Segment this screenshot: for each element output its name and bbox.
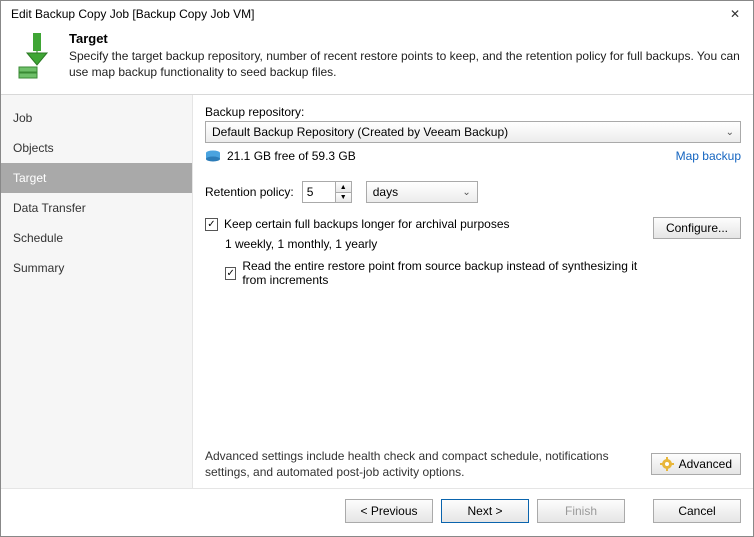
- advanced-label: Advanced: [679, 457, 732, 471]
- retention-unit-dropdown[interactable]: days ⌄: [366, 181, 478, 203]
- sidebar-item-data-transfer[interactable]: Data Transfer: [1, 193, 192, 223]
- keep-full-label: Keep certain full backups longer for arc…: [224, 217, 510, 231]
- cancel-button[interactable]: Cancel: [653, 499, 741, 523]
- sidebar-item-schedule[interactable]: Schedule: [1, 223, 192, 253]
- spinner-down-icon[interactable]: ▼: [336, 193, 351, 203]
- main-panel: Backup repository: Default Backup Reposi…: [193, 95, 753, 488]
- sidebar-item-summary[interactable]: Summary: [1, 253, 192, 283]
- sidebar-item-job[interactable]: Job: [1, 103, 192, 133]
- disk-icon: [205, 150, 221, 162]
- chevron-down-icon: ⌄: [462, 187, 470, 198]
- footer: < Previous Next > Finish Cancel: [1, 488, 753, 533]
- close-icon[interactable]: ✕: [725, 7, 745, 21]
- sidebar-item-target[interactable]: Target: [1, 163, 192, 193]
- configure-button[interactable]: Configure...: [653, 217, 741, 239]
- keep-full-schedule-text: 1 weekly, 1 monthly, 1 yearly: [225, 237, 653, 251]
- read-entire-checkbox[interactable]: ✓: [225, 267, 236, 280]
- window-title: Edit Backup Copy Job [Backup Copy Job VM…: [11, 7, 254, 21]
- header-title: Target: [69, 31, 743, 46]
- target-arrow-icon: [13, 31, 61, 79]
- retention-unit-value: days: [373, 185, 398, 199]
- storage-free-text: 21.1 GB free of 59.3 GB: [227, 149, 356, 163]
- wizard-sidebar: Job Objects Target Data Transfer Schedul…: [1, 95, 193, 488]
- gear-icon: [660, 457, 674, 471]
- repo-dropdown[interactable]: Default Backup Repository (Created by Ve…: [205, 121, 741, 143]
- read-entire-label: Read the entire restore point from sourc…: [242, 259, 653, 287]
- map-backup-link[interactable]: Map backup: [676, 149, 741, 163]
- header-description: Specify the target backup repository, nu…: [69, 48, 743, 80]
- previous-button[interactable]: < Previous: [345, 499, 433, 523]
- advanced-button[interactable]: Advanced: [651, 453, 741, 475]
- keep-full-checkbox[interactable]: ✓: [205, 218, 218, 231]
- chevron-down-icon: ⌄: [726, 127, 734, 138]
- sidebar-item-objects[interactable]: Objects: [1, 133, 192, 163]
- advanced-description: Advanced settings include health check a…: [205, 448, 641, 480]
- spinner-up-icon[interactable]: ▲: [336, 182, 351, 193]
- retention-label: Retention policy:: [205, 185, 294, 199]
- repo-label: Backup repository:: [205, 105, 741, 119]
- repo-value: Default Backup Repository (Created by Ve…: [212, 125, 508, 139]
- retention-input[interactable]: [303, 182, 335, 202]
- retention-spinner[interactable]: ▲ ▼: [302, 181, 352, 203]
- titlebar: Edit Backup Copy Job [Backup Copy Job VM…: [1, 1, 753, 25]
- finish-button: Finish: [537, 499, 625, 523]
- header: Target Specify the target backup reposit…: [1, 25, 753, 95]
- next-button[interactable]: Next >: [441, 499, 529, 523]
